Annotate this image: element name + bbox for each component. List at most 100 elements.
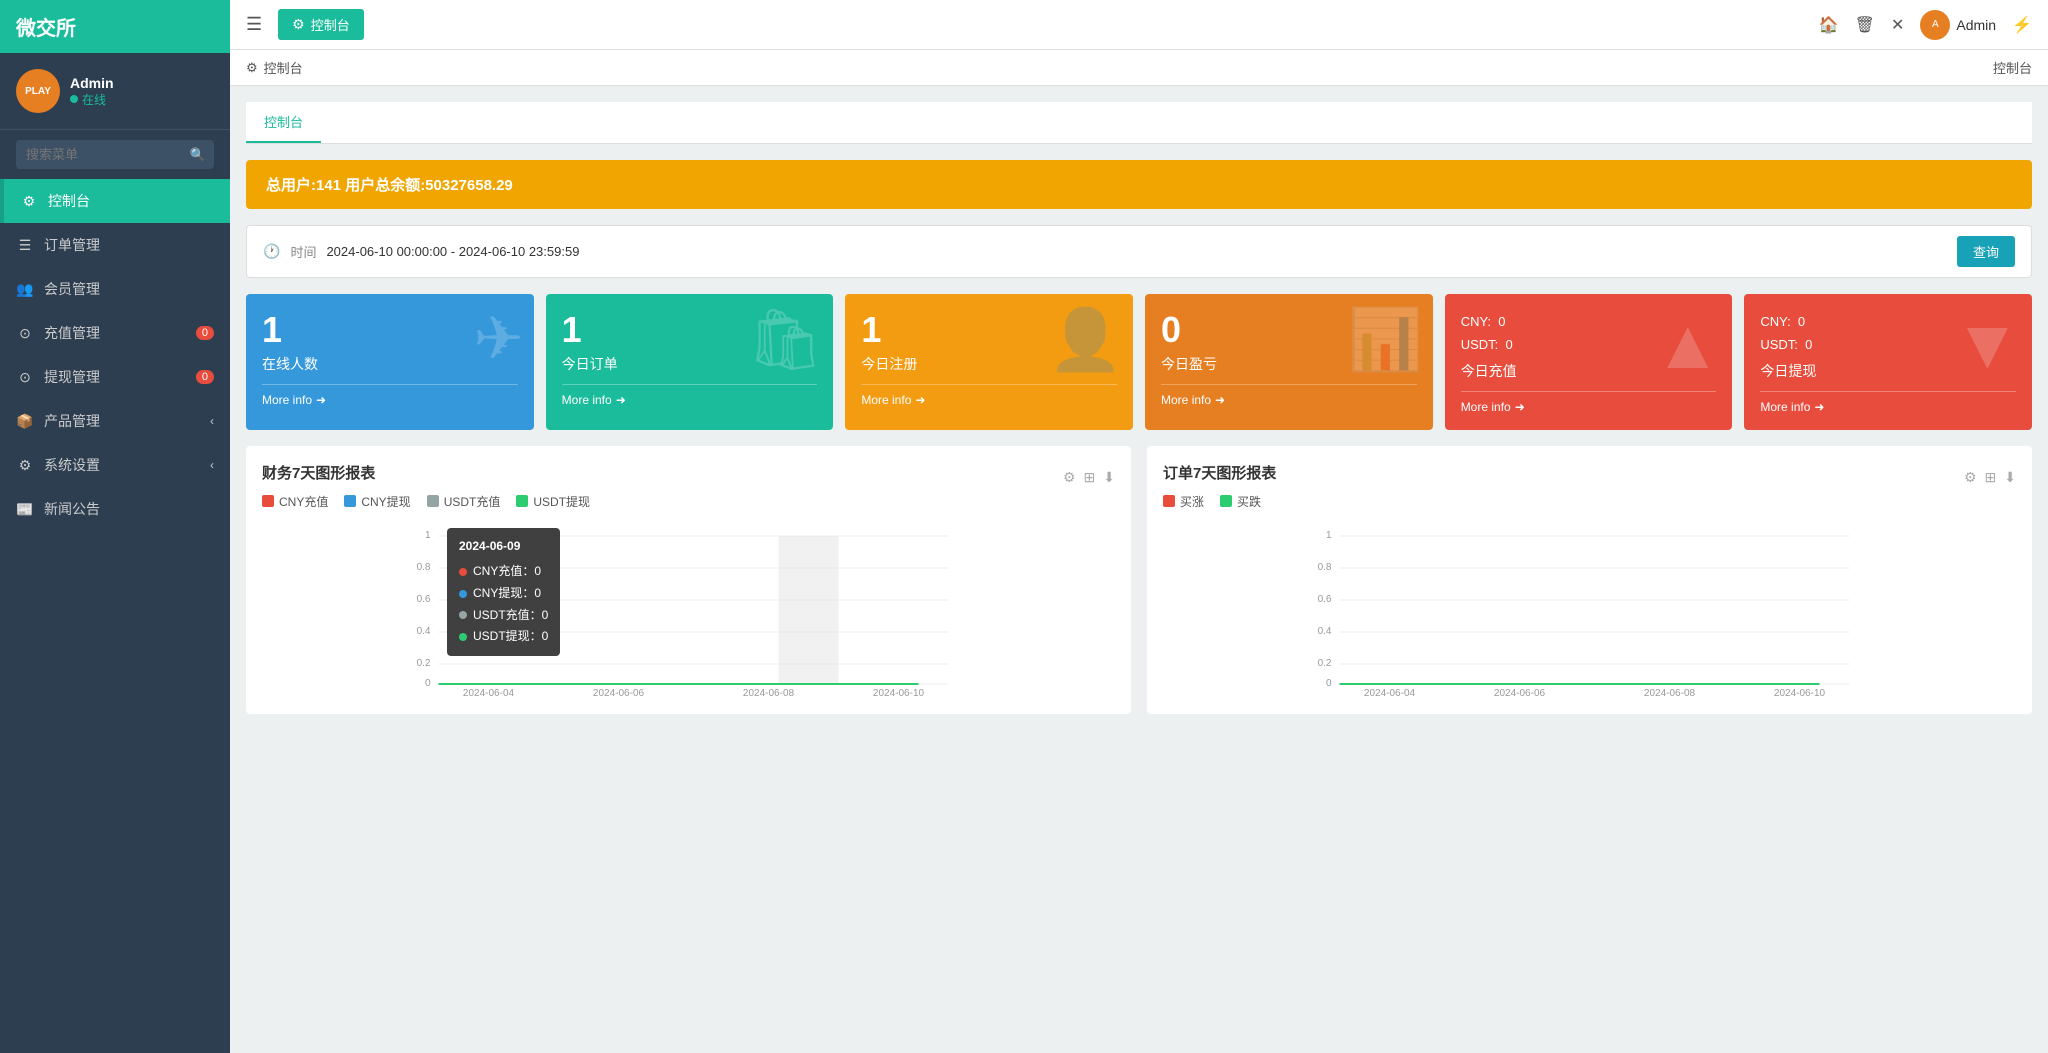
chart-download-icon[interactable]: ⬇ [1103,469,1115,486]
svg-text:0.8: 0.8 [417,562,431,573]
svg-text:1: 1 [1326,530,1332,541]
date-filter-value: 2024-06-10 00:00:00 - 2024-06-10 23:59:5… [326,244,579,259]
trash-icon[interactable]: 🗑 [1855,15,1875,35]
username-label: Admin [70,75,114,91]
order-chart-card: 订单7天图形报表 ⚙ ⊞ ⬇ 买涨 [1147,446,2032,714]
tab-dashboard[interactable]: 控制台 [246,102,321,143]
recharge-icon: ⊙ [16,325,34,342]
topbar-user[interactable]: A Admin [1920,10,1996,40]
chart-grid-icon[interactable]: ⊞ [1084,469,1096,486]
content-body: 控制台 总用户:141 用户总余额:50327658.29 🕐 时间 2024-… [230,86,2048,730]
query-button[interactable]: 查询 [1957,236,2015,267]
finance-chart-header: 财务7天图形报表 ⚙ ⊞ ⬇ [262,462,1115,493]
search-input[interactable] [16,140,214,169]
order-chart-legend: 买涨 买跌 [1163,493,2016,510]
svg-text:2024-06-04: 2024-06-04 [463,688,515,698]
today-register-more[interactable]: More info ➜ [861,384,1117,407]
card-today-register: 👤 1 今日注册 More info ➜ [845,294,1133,430]
sidebar-item-dashboard[interactable]: ⚙ 控制台 [0,179,230,223]
svg-text:0.2: 0.2 [1318,658,1332,669]
sidebar-nav: ⚙ 控制台 ☰ 订单管理 👥 会员管理 ⊙ 充值管理 0 ⊙ 提现管理 0 📦 … [0,179,230,1053]
content-header: ⚙ 控制台 控制台 [230,50,2048,86]
legend-dot [344,495,356,507]
sidebar-item-label: 新闻公告 [44,499,100,519]
chart-download-icon[interactable]: ⬇ [2004,469,2016,486]
finance-chart-area: 1 0.8 0.6 0.4 0.2 0 [262,518,1115,698]
arrow-right-icon: ➜ [1215,393,1225,407]
card-online-users: ✈ 1 在线人数 More info ➜ [246,294,534,430]
legend-usdt-withdraw: USDT提现 [516,493,590,510]
today-profit-more[interactable]: More info ➜ [1161,384,1417,407]
hamburger-icon[interactable]: ☰ [246,14,262,35]
topbar-right: 🏠 🗑 ✕ A Admin ⚡ [1819,10,2032,40]
withdraw-icon: ⊙ [16,369,34,386]
order-chart-area: 1 0.8 0.6 0.4 0.2 0 [1163,518,2016,698]
order-chart-icons: ⚙ ⊞ ⬇ [1964,469,2016,486]
finance-chart-card: 财务7天图形报表 ⚙ ⊞ ⬇ CNY充值 [246,446,1131,714]
app-logo: 微交所 [16,12,76,41]
finance-chart-title: 财务7天图形报表 [262,462,375,483]
dashboard-icon: ⚙ [20,193,38,210]
sidebar-item-products[interactable]: 📦 产品管理 ‹ [0,399,230,443]
svg-text:2024-06-04: 2024-06-04 [1364,688,1416,698]
svg-text:2024-06-10: 2024-06-10 [873,688,925,698]
card-bg-icon-up: ▲ [1653,304,1722,384]
sidebar-item-label: 系统设置 [44,455,100,475]
stats-banner: 总用户:141 用户总余额:50327658.29 [246,160,2032,209]
today-orders-more[interactable]: More info ➜ [562,384,818,407]
topbar-tab-dashboard[interactable]: ⚙ 控制台 [278,9,364,40]
svg-text:0.8: 0.8 [1318,562,1332,573]
chart-filter-icon[interactable]: ⚙ [1063,469,1076,486]
sidebar-item-recharge[interactable]: ⊙ 充值管理 0 [0,311,230,355]
connections-icon[interactable]: ⚡ [2012,15,2032,35]
svg-text:2024-06-06: 2024-06-06 [593,688,645,698]
card-bg-icon-user: 👤 [1048,304,1123,375]
breadcrumb-icon: ⚙ [246,60,258,76]
legend-dot [1220,495,1232,507]
order-chart-header: 订单7天图形报表 ⚙ ⊞ ⬇ [1163,462,2016,493]
main-area: ☰ ⚙ 控制台 🏠 🗑 ✕ A Admin ⚡ ⚙ 控制台 控制台 [230,0,2048,1053]
arrow-right-icon: ➜ [616,393,626,407]
breadcrumb: 控制台 [264,58,303,77]
finance-chart-legend: CNY充值 CNY提现 USDT充值 USDT提现 [262,493,1115,510]
arrow-icon: ‹ [210,414,214,428]
fullscreen-icon[interactable]: ✕ [1891,15,1904,35]
withdraw-badge: 0 [196,370,214,384]
today-withdraw-more[interactable]: More info ➜ [1760,391,2016,414]
svg-text:0.4: 0.4 [1318,626,1332,637]
sidebar-item-news[interactable]: 📰 新闻公告 [0,487,230,531]
user-status: 在线 [70,91,114,108]
sidebar-item-orders[interactable]: ☰ 订单管理 [0,223,230,267]
legend-buy-up: 买涨 [1163,493,1204,510]
search-icon: 🔍 [190,147,206,163]
status-dot [70,95,78,103]
products-icon: 📦 [16,413,34,430]
svg-text:0.4: 0.4 [417,626,431,637]
sidebar-search-container: 🔍 [0,130,230,179]
legend-cny-withdraw: CNY提现 [344,493,410,510]
sidebar-item-label: 控制台 [48,191,90,211]
card-today-orders: 🛍 1 今日订单 More info ➜ [546,294,834,430]
legend-dot [1163,495,1175,507]
chart-filter-icon[interactable]: ⚙ [1964,469,1977,486]
home-icon[interactable]: 🏠 [1819,15,1839,35]
svg-text:0: 0 [425,678,431,689]
today-recharge-more[interactable]: More info ➜ [1461,391,1717,414]
card-today-profit: 📊 0 今日盈亏 More info ➜ [1145,294,1433,430]
orders-icon: ☰ [16,237,34,254]
svg-text:2024-06-10: 2024-06-10 [1774,688,1826,698]
avatar: PLAY [16,69,60,113]
card-today-recharge: ▲ CNY: 0 USDT: 0 今日充值 More info ➜ [1445,294,1733,430]
legend-usdt-recharge: USDT充值 [427,493,501,510]
topbar: ☰ ⚙ 控制台 🏠 🗑 ✕ A Admin ⚡ [230,0,2048,50]
legend-cny-recharge: CNY充值 [262,493,328,510]
date-filter: 🕐 时间 2024-06-10 00:00:00 - 2024-06-10 23… [246,225,2032,278]
card-bg-icon-down: ▼ [1953,304,2022,384]
sidebar-item-settings[interactable]: ⚙ 系统设置 ‹ [0,443,230,487]
chart-grid-icon[interactable]: ⊞ [1985,469,1997,486]
online-users-more[interactable]: More info ➜ [262,384,518,407]
sidebar-item-withdraw[interactable]: ⊙ 提现管理 0 [0,355,230,399]
sidebar-item-members[interactable]: 👥 会员管理 [0,267,230,311]
sidebar: 微交所 PLAY Admin 在线 🔍 ⚙ 控制台 ☰ 订单管理 👥 [0,0,230,1053]
legend-dot [262,495,274,507]
